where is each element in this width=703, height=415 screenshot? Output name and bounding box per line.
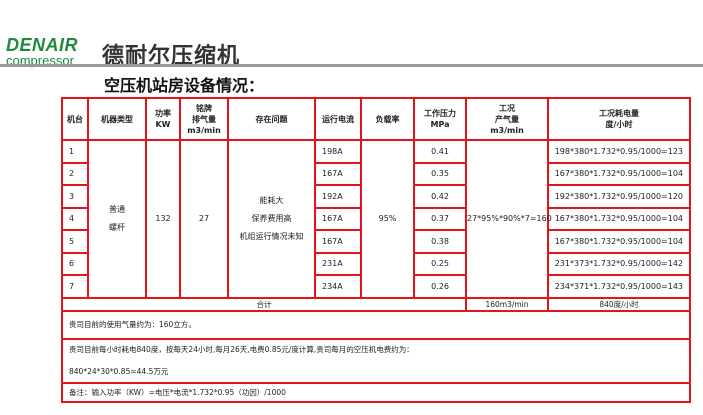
cell-unit: 7 [61, 274, 89, 299]
cell-pressure: 0.35 [413, 161, 467, 186]
note-cost-gap [69, 356, 689, 365]
cell-unit: 5 [61, 229, 89, 254]
cell-current: 192A [314, 184, 362, 209]
cell-pressure: 0.41 [413, 139, 467, 164]
note-remark: 备注：输入功率（KW）=电压*电流*1.732*0.95（功因）/1000 [61, 381, 691, 403]
cell-pressure: 0.25 [413, 251, 467, 276]
note-cost-row: 贵司目前每小时耗电840度，按每天24小时,每月26天,电费0.85元/度计算,… [61, 337, 691, 384]
cell-unit: 2 [61, 161, 89, 186]
cell-current: 234A [314, 274, 362, 299]
brand-name-en: DENAIR [6, 35, 79, 55]
header-issues: 存在问题 [227, 97, 316, 141]
cell-flow: 27 [179, 139, 229, 299]
table-header-row: 机台 机器类型 功率 KW 铭牌 排气量 m3/min 存在问题 运行电流 负载… [61, 97, 691, 141]
header-load: 负载率 [360, 97, 415, 141]
header-power-unit: KW [155, 120, 171, 129]
issue-item: 保养费用高 [251, 214, 292, 224]
header-energy-line: 工况耗电量 [599, 109, 639, 118]
cell-type-gap [89, 215, 145, 222]
header-flow-line: 排气量 [192, 114, 216, 124]
table-total-row: 合计 160m3/min 840度/小时 [61, 296, 691, 312]
header-energy-unit: 度/小时 [605, 120, 633, 129]
equipment-table: 机台 机器类型 功率 KW 铭牌 排气量 m3/min 存在问题 运行电流 负载… [61, 97, 691, 403]
header-pressure-unit: MPa [430, 120, 450, 129]
cell-actual-flow: 27*95%*90%*7=160 [465, 139, 552, 299]
header-current: 运行电流 [314, 97, 362, 141]
cell-energy: 167*380*1.732*0.95/1000=104 [547, 206, 691, 231]
cell-pressure: 0.37 [413, 206, 467, 231]
cell-unit: 3 [61, 184, 89, 209]
header-flow-unit: m3/min [187, 125, 221, 135]
cell-load: 95% [360, 139, 415, 299]
header-actual-flow: 工况 产气量 m3/min [465, 97, 549, 141]
header-actual-flow-line: 工况 [499, 103, 515, 113]
issue-item: 机组运行情况未知 [239, 232, 304, 242]
header-type: 机器类型 [87, 97, 147, 141]
cell-type-line: 普通 [109, 205, 125, 215]
cell-energy: 234*371*1.732*0.95/1000=143 [547, 274, 691, 299]
cell-energy: 231*373*1.732*0.95/1000=142 [547, 251, 691, 276]
cell-energy: 198*380*1.732*0.95/1000=123 [547, 139, 691, 164]
cell-unit: 4 [61, 206, 89, 231]
note-cost-line: 840*24*30*0.85=44.5万元 [69, 367, 169, 376]
cell-pressure: 0.42 [413, 184, 467, 209]
cell-issues: 能耗大 保养费用高 机组运行情况未知 [227, 139, 316, 299]
cell-current: 167A [314, 161, 362, 186]
total-flow: 160m3/min [465, 296, 549, 312]
cell-energy: 167*380*1.732*0.95/1000=104 [547, 229, 691, 254]
cell-pressure: 0.26 [413, 274, 467, 299]
brand-logo-en: DENAIR compressor [6, 36, 102, 67]
cell-current: 167A [314, 206, 362, 231]
header-power: 功率 KW [145, 97, 181, 141]
cell-type: 普通 螺杆 [87, 139, 147, 299]
cell-type-line: 螺杆 [109, 223, 125, 233]
note-usage: 贵司目前的使用气量约为：160立方。 [61, 309, 691, 340]
cell-energy: 192*380*1.732*0.95/1000=120 [547, 184, 691, 209]
cell-unit: 6 [61, 251, 89, 276]
total-label: 合计 [61, 296, 467, 312]
note-remark-row: 备注：输入功率（KW）=电压*电流*1.732*0.95（功因）/1000 [61, 381, 691, 403]
issue-gap [229, 206, 314, 213]
header-actual-flow-unit: m3/min [490, 125, 524, 135]
table-row: 1 普通 螺杆 132 27 能耗大 保养费用高 机组运行情况未知 198A 9… [61, 139, 691, 299]
cell-current: 231A [314, 251, 362, 276]
cell-energy: 167*380*1.732*0.95/1000=104 [547, 161, 691, 186]
header-pressure-line: 工作压力 [424, 109, 456, 118]
header-energy: 工况耗电量 度/小时 [547, 97, 691, 141]
note-usage-row: 贵司目前的使用气量约为：160立方。 [61, 309, 691, 340]
cell-current: 198A [314, 139, 362, 164]
header-actual-flow-line: 产气量 [495, 114, 519, 124]
cell-unit: 1 [61, 139, 89, 164]
note-cost-line: 贵司目前每小时耗电840度，按每天24小时,每月26天,电费0.85元/度计算,… [69, 345, 414, 354]
cell-current: 167A [314, 229, 362, 254]
header-flow-line: 铭牌 [196, 103, 212, 113]
note-cost: 贵司目前每小时耗电840度，按每天24小时,每月26天,电费0.85元/度计算,… [61, 337, 691, 384]
header-pressure: 工作压力 MPa [413, 97, 467, 141]
cell-pressure: 0.38 [413, 229, 467, 254]
header-power-line: 功率 [155, 109, 171, 118]
issue-item: 能耗大 [259, 196, 284, 206]
total-energy: 840度/小时 [547, 296, 691, 312]
header-flow: 铭牌 排气量 m3/min [179, 97, 229, 141]
page-title: 空压机站房设备情况： [104, 76, 265, 95]
issue-gap [229, 224, 314, 231]
header-divider [0, 64, 703, 67]
cell-power: 132 [145, 139, 181, 299]
header-unit: 机台 [61, 97, 89, 141]
